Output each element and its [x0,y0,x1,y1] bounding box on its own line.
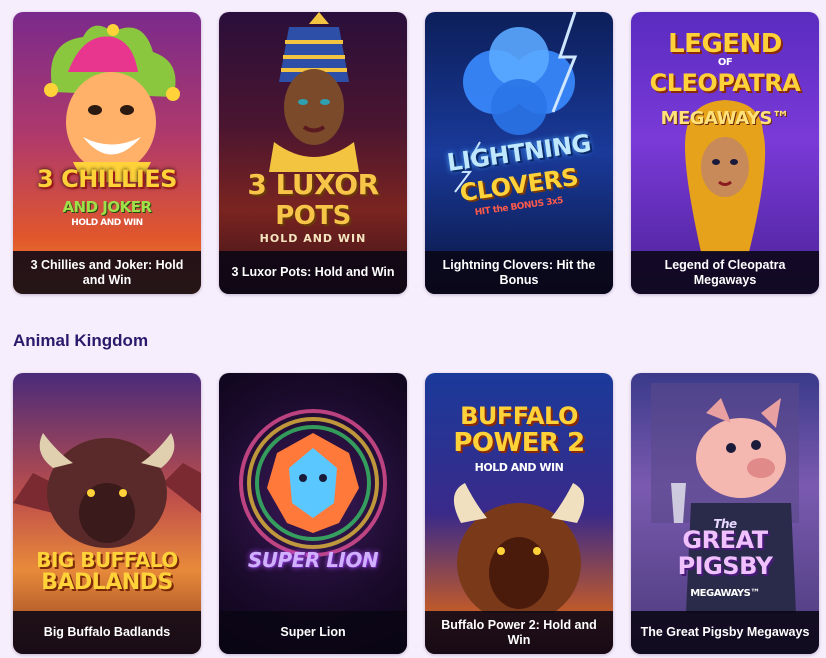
game-title: Buffalo Power 2: Hold and Win [425,611,613,654]
art-logo-title: SUPER LION [247,548,379,572]
art-logo-subtitle: CLEOPATRA [649,69,801,97]
game-title: Lightning Clovers: Hit the Bonus [425,251,613,294]
art-logo-title: 3 CHILLIES [37,165,177,193]
game-title: Legend of Cleopatra Megaways [631,251,819,294]
game-row-animal-kingdom: BIG BUFFALO BADLANDS Big Buffalo Badland… [13,373,819,654]
art-logo-of: OF [717,57,733,68]
rainbow-lion-illustration [239,409,387,557]
art-logo-subtitle: AND JOKER [62,198,152,216]
game-card-legend-of-cleopatra-megaways[interactable]: LEGEND OF CLEOPATRA MEGAWAYS™ Legend of … [631,12,819,294]
art-logo-tag: HOLD AND WIN [259,232,367,245]
art-logo-title: GREAT [682,526,768,554]
game-title: 3 Chillies and Joker: Hold and Win [13,251,201,294]
art-logo-tag: HOLD AND WIN [474,461,564,474]
game-card-3-luxor-pots[interactable]: 3 LUXOR POTS HOLD AND WIN 3 Luxor Pots: … [219,12,407,294]
game-title: The Great Pigsby Megaways [631,611,819,654]
game-row-top: 3 CHILLIES AND JOKER HOLD AND WIN 3 Chil… [13,12,819,294]
art-logo-tag: MEGAWAYS™ [660,108,790,129]
game-card-3-chillies-and-joker[interactable]: 3 CHILLIES AND JOKER HOLD AND WIN 3 Chil… [13,12,201,294]
game-card-big-buffalo-badlands[interactable]: BIG BUFFALO BADLANDS Big Buffalo Badland… [13,373,201,654]
art-logo-tag: HOLD AND WIN [71,218,143,228]
art-logo-subtitle: PIGSBY [677,552,773,580]
art-logo-title: BUFFALO [460,402,578,430]
art-logo-title: LEGEND [668,29,782,59]
game-card-the-great-pigsby-megaways[interactable]: The GREAT PIGSBY MEGAWAYS™ The Great Pig… [631,373,819,654]
game-card-super-lion[interactable]: SUPER LION Super Lion [219,373,407,654]
art-logo-subtitle: POTS [275,201,351,231]
art-logo-subtitle: POWER 2 [453,428,585,458]
section-title: Animal Kingdom [13,331,149,350]
art-logo-title: BIG BUFFALO [36,548,178,572]
joker-illustration [44,24,180,182]
game-title: 3 Luxor Pots: Hold and Win [219,251,407,294]
game-title: Big Buffalo Badlands [13,611,201,654]
art-logo-tag: MEGAWAYS™ [690,588,760,599]
game-card-buffalo-power-2[interactable]: BUFFALO POWER 2 HOLD AND WIN Buffalo Pow… [425,373,613,654]
art-logo-title: 3 LUXOR [247,168,379,201]
art-logo-subtitle: BADLANDS [41,570,173,595]
game-card-lightning-clovers[interactable]: LIGHTNING CLOVERS HIT the BONUS 3x5 Ligh… [425,12,613,294]
game-title: Super Lion [219,611,407,654]
